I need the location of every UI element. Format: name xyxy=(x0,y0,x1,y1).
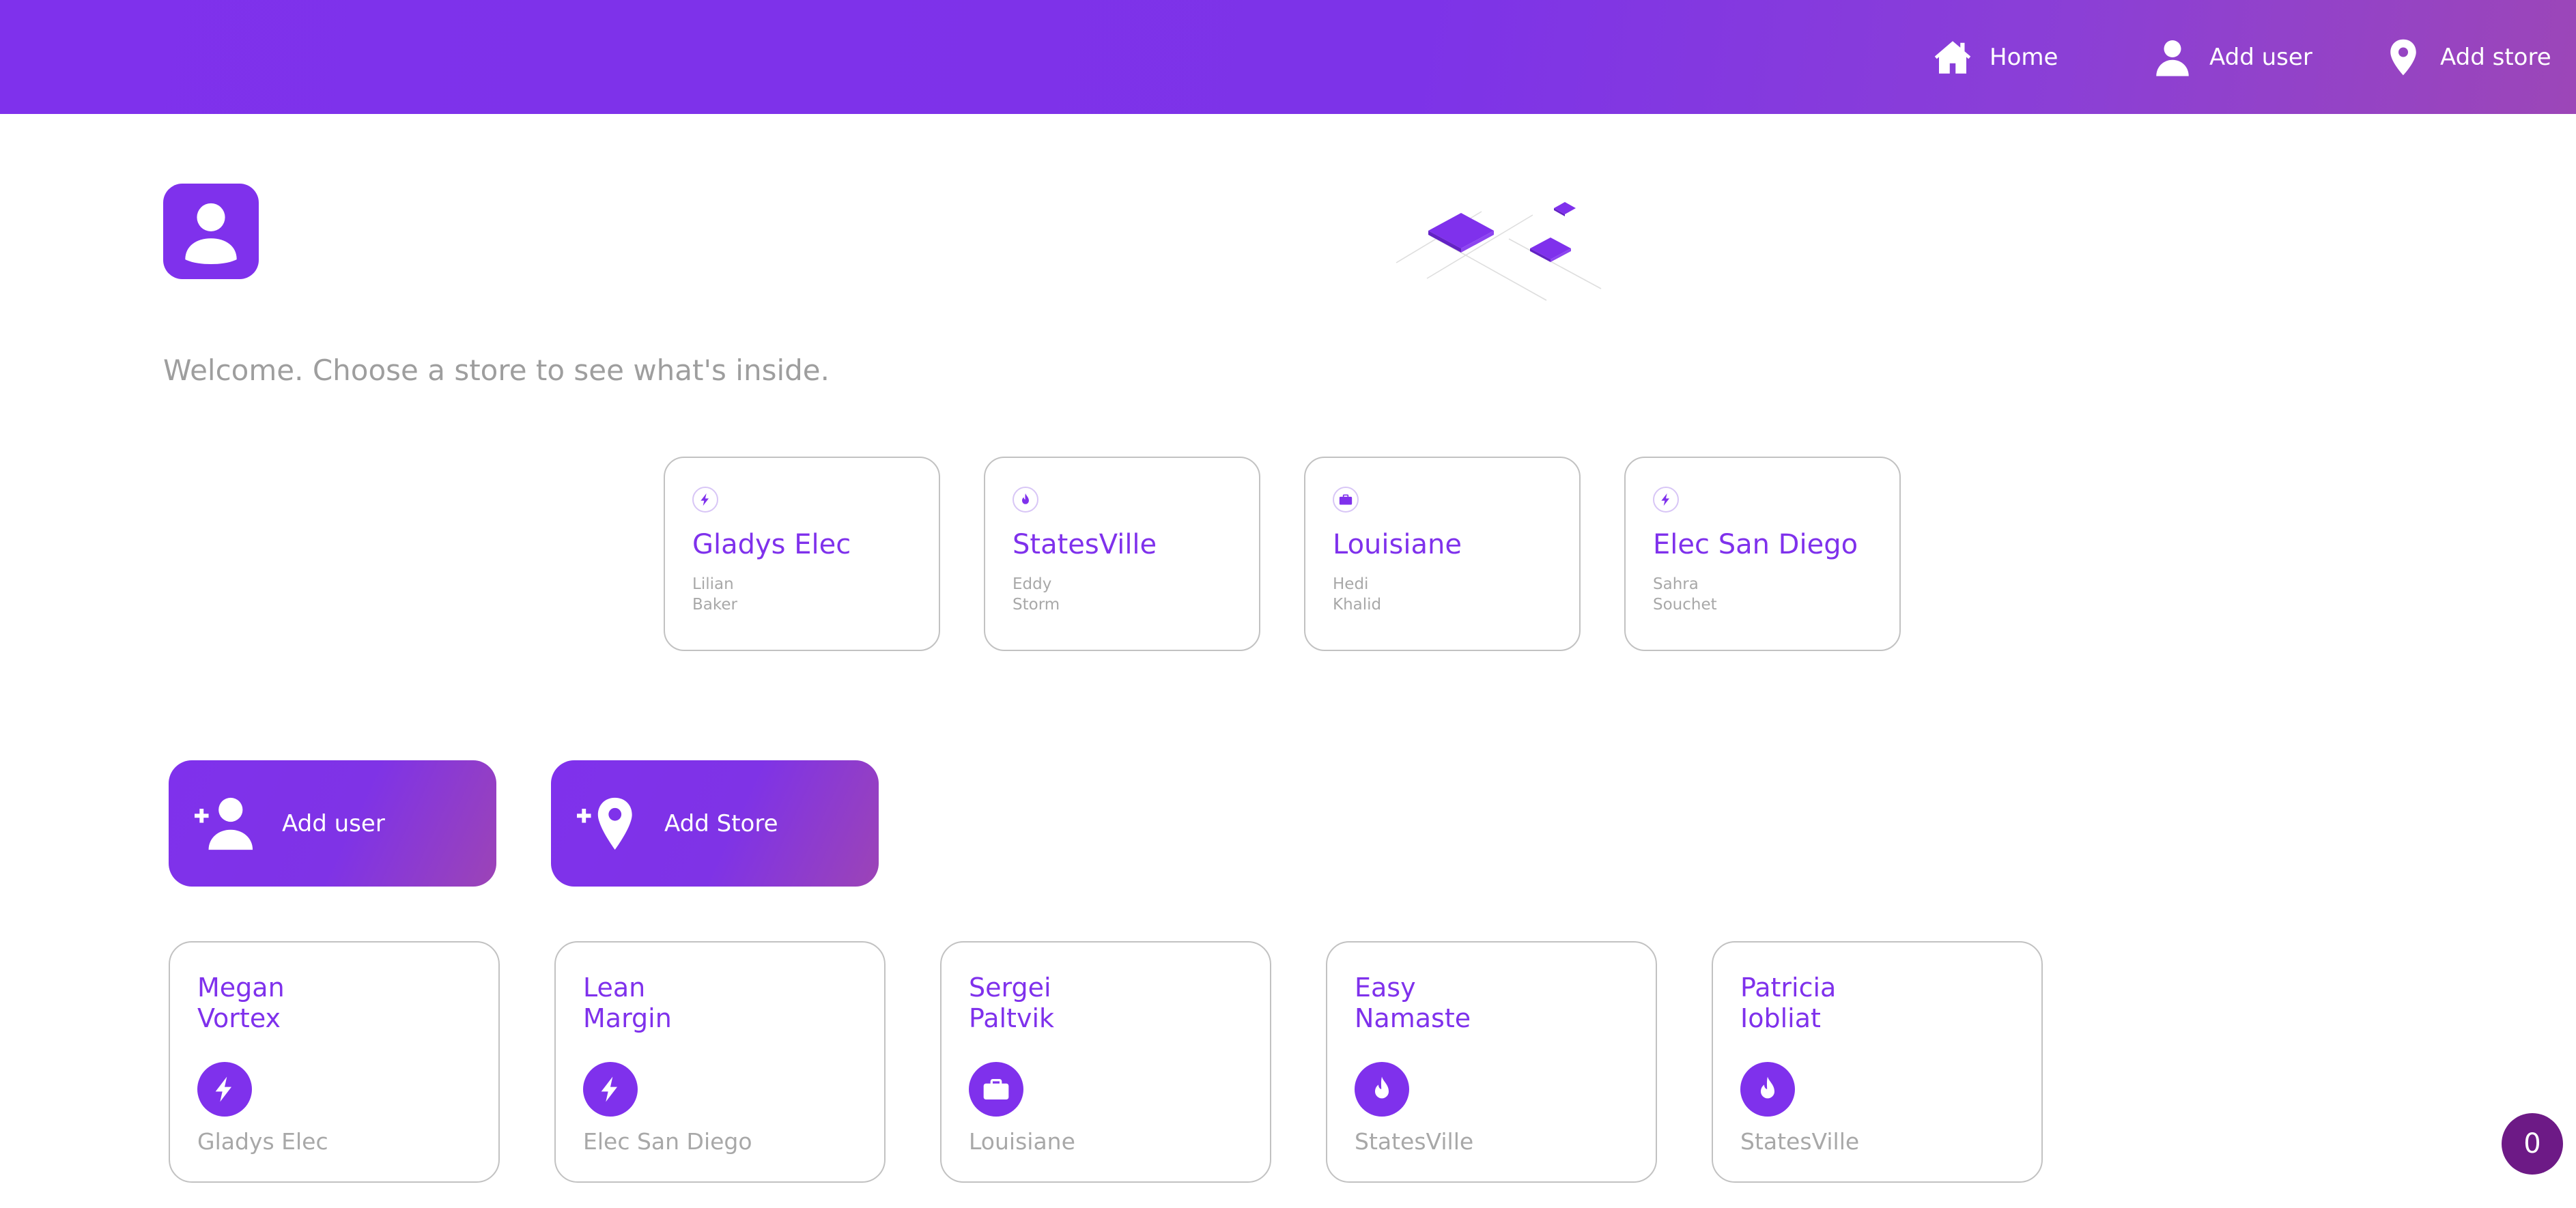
store-owner-first-name: Sahra xyxy=(1653,575,1699,593)
user-icon xyxy=(185,203,237,264)
map-pin-icon xyxy=(2390,39,2416,75)
store-type-badge xyxy=(1013,487,1038,513)
store-owner-last-name: Souchet xyxy=(1653,596,1717,614)
user-last-name: Vortex xyxy=(197,1003,281,1033)
user-store-badge xyxy=(969,1062,1023,1117)
user-first-name: Lean xyxy=(583,973,646,1003)
user-icon xyxy=(2156,40,2189,76)
user-store-name: Gladys Elec xyxy=(197,1128,328,1155)
top-navbar: Home Add user Add store xyxy=(0,0,2576,114)
notification-counter[interactable]: 0 xyxy=(2502,1113,2563,1175)
add-store-button-label: Add Store xyxy=(664,809,778,837)
user-store-badge xyxy=(1740,1062,1795,1117)
store-owner-first-name: Lilian xyxy=(692,575,734,593)
add-user-button-label: Add user xyxy=(282,809,385,837)
store-card[interactable]: Gladys Elec Lilian Baker xyxy=(664,457,940,651)
flame-icon xyxy=(1022,493,1029,504)
nav-home-link[interactable]: Home xyxy=(1932,0,2058,114)
flame-icon xyxy=(1761,1076,1774,1099)
welcome-message: Welcome. Choose a store to see what's in… xyxy=(163,354,830,387)
nav-add-user-link[interactable]: Add user xyxy=(2152,0,2312,114)
flame-icon xyxy=(1375,1076,1389,1099)
user-last-name: Paltvik xyxy=(969,1003,1055,1033)
store-card[interactable]: StatesVille Eddy Storm xyxy=(984,457,1260,651)
profile-avatar xyxy=(163,184,259,279)
nav-add-store-link[interactable]: Add store xyxy=(2383,0,2551,114)
store-owner-last-name: Khalid xyxy=(1333,596,1382,614)
user-first-name: Easy xyxy=(1355,973,1416,1003)
store-name: StatesVille xyxy=(1013,529,1157,560)
add-user-icon xyxy=(195,797,253,850)
user-store-name: Louisiane xyxy=(969,1128,1075,1155)
user-first-name: Sergei xyxy=(969,973,1051,1003)
nav-add-user-label: Add user xyxy=(2209,43,2312,71)
user-last-name: Iobliat xyxy=(1740,1003,1821,1033)
store-type-badge xyxy=(1333,487,1359,513)
user-store-badge xyxy=(583,1062,638,1117)
briefcase-icon xyxy=(983,1079,1009,1099)
store-type-badge xyxy=(1653,487,1679,513)
lightning-icon xyxy=(215,1076,231,1102)
store-card[interactable]: Louisiane Hedi Khalid xyxy=(1304,457,1581,651)
user-card[interactable]: Patricia Iobliat StatesVille xyxy=(1712,941,2043,1183)
nav-home-label: Home xyxy=(1990,43,2058,71)
user-store-name: Elec San Diego xyxy=(583,1128,752,1155)
nav-add-store-label: Add store xyxy=(2440,43,2551,71)
user-first-name: Patricia xyxy=(1740,973,1837,1003)
store-name: Gladys Elec xyxy=(692,529,851,560)
user-card[interactable]: Sergei Paltvik Louisiane xyxy=(940,941,1271,1183)
store-owner-first-name: Eddy xyxy=(1013,575,1052,593)
store-owner-last-name: Baker xyxy=(692,596,737,614)
user-first-name: Megan xyxy=(197,973,285,1003)
user-store-name: StatesVille xyxy=(1740,1128,1860,1155)
user-card[interactable]: Easy Namaste StatesVille xyxy=(1326,941,1657,1183)
lightning-icon xyxy=(601,1076,617,1102)
user-store-name: StatesVille xyxy=(1355,1128,1474,1155)
add-location-icon xyxy=(577,797,632,850)
user-store-badge xyxy=(197,1062,252,1117)
user-last-name: Margin xyxy=(583,1003,672,1033)
add-user-button[interactable]: Add user xyxy=(169,760,496,887)
user-store-badge xyxy=(1355,1062,1409,1117)
user-card[interactable]: Lean Margin Elec San Diego xyxy=(554,941,886,1183)
store-name: Louisiane xyxy=(1333,529,1462,560)
user-last-name: Namaste xyxy=(1355,1003,1471,1033)
add-store-button[interactable]: Add Store xyxy=(551,760,879,887)
home-icon xyxy=(1934,40,1971,74)
user-card[interactable]: Megan Vortex Gladys Elec xyxy=(169,941,500,1183)
store-name: Elec San Diego xyxy=(1653,529,1858,560)
briefcase-icon xyxy=(1339,494,1353,505)
store-owner-last-name: Storm xyxy=(1013,596,1060,614)
isometric-illustration xyxy=(1396,202,1602,301)
store-owner-first-name: Hedi xyxy=(1333,575,1369,593)
store-card[interactable]: Elec San Diego Sahra Souchet xyxy=(1624,457,1901,651)
lightning-icon xyxy=(1661,493,1669,506)
lightning-icon xyxy=(700,493,709,506)
store-type-badge xyxy=(692,487,718,513)
